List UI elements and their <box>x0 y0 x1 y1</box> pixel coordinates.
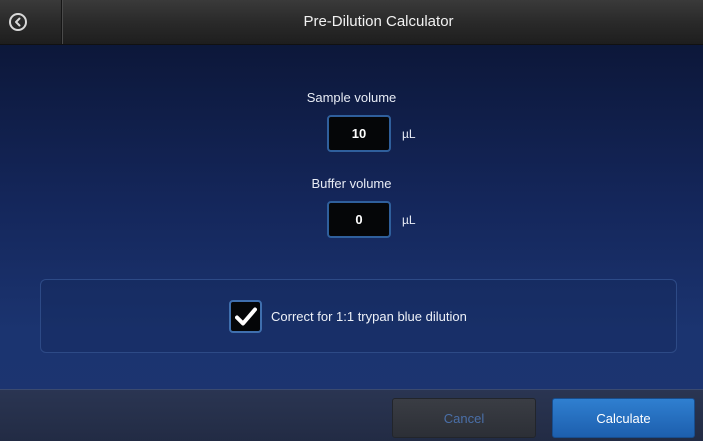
buffer-volume-unit: µL <box>402 213 416 227</box>
buffer-volume-input[interactable]: 0 <box>327 201 391 238</box>
pre-dilution-screen: Pre-Dilution Calculator Sample volume 10… <box>0 0 703 441</box>
page-title: Pre-Dilution Calculator <box>303 13 454 30</box>
trypan-correction-label: Correct for 1:1 trypan blue dilution <box>271 309 467 324</box>
sample-volume-label: Sample volume <box>306 90 397 105</box>
title-bar: Pre-Dilution Calculator <box>0 0 703 45</box>
sample-volume-unit: µL <box>402 127 416 141</box>
trypan-correction-checkbox[interactable] <box>229 300 262 333</box>
cancel-button[interactable]: Cancel <box>392 398 536 438</box>
buffer-volume-label: Buffer volume <box>311 176 392 191</box>
calculate-button[interactable]: Calculate <box>552 398 695 438</box>
checkmark-icon <box>234 307 257 325</box>
sample-volume-input[interactable]: 10 <box>327 115 391 152</box>
back-arrow-icon <box>9 13 27 31</box>
